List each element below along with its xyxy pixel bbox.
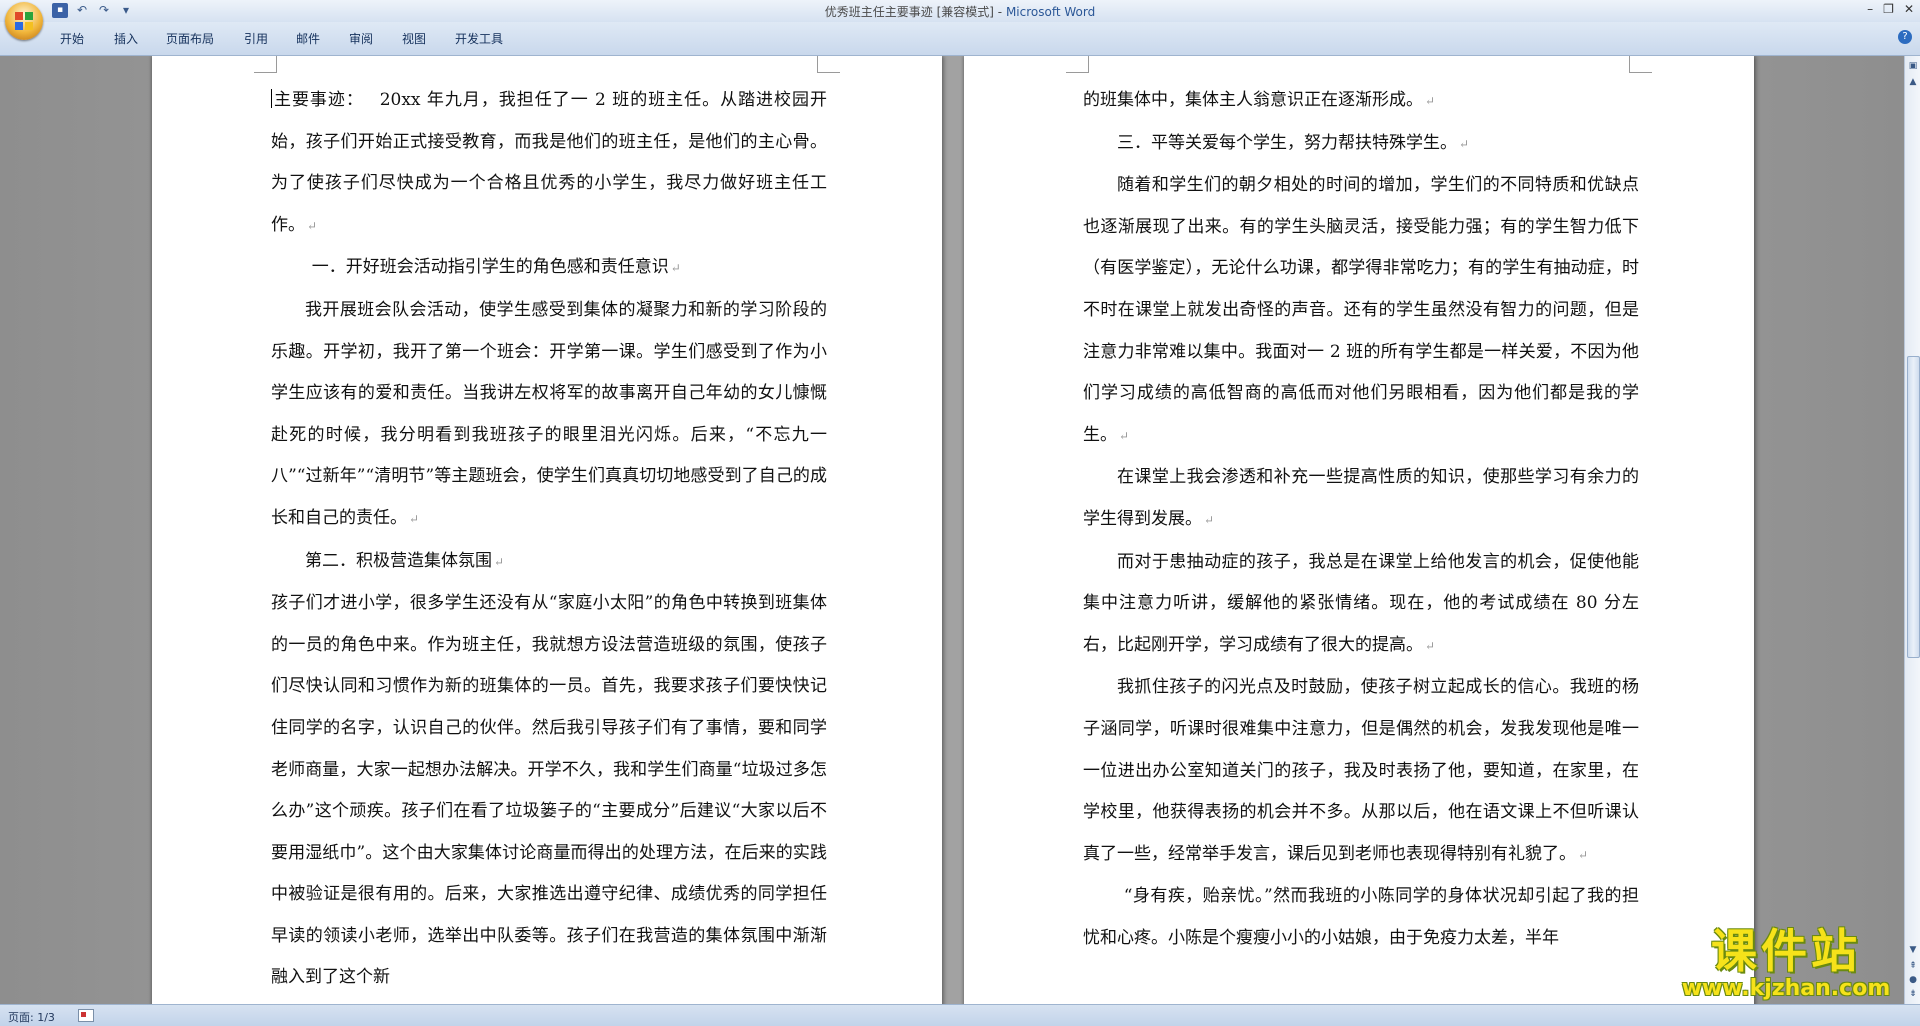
page-corner-mark (1629, 56, 1652, 73)
page-corner-mark (817, 56, 840, 73)
paragraph-text: “身有疾，贻亲忧。”然而我班的小陈同学的身体状况却引起了我的担忧和心疼。小陈是个… (1083, 886, 1639, 948)
paragraph-mark-icon: ↵ (1204, 512, 1215, 527)
watermark-main: 课件站 (1711, 924, 1861, 978)
paragraph-mark-icon: ↵ (494, 554, 505, 569)
tab-insert[interactable]: 插入 (114, 30, 138, 47)
window-title-doc: 优秀班主任主要事迹 [兼容模式] (824, 5, 994, 19)
paragraph-text: 随着和学生们的朝夕相处的时间的增加，学生们的不同特质和优缺点也逐渐展现了出来。有… (1083, 175, 1639, 445)
ribbon-tabs: 开始 插入 页面布局 引用 邮件 审阅 视图 开发工具 ? (0, 22, 1920, 56)
paragraph-text: 三．平等关爱每个学生，努力帮扶特殊学生。 (1117, 132, 1457, 153)
vertical-scrollbar[interactable]: ▣ ▲ ▼ ⇞ ● ⇟ (1904, 56, 1920, 1004)
select-browse-object-icon[interactable]: ● (1907, 974, 1919, 986)
window-title: 优秀班主任主要事迹 [兼容模式] - Microsoft Word (0, 3, 1920, 20)
office-logo-icon (15, 12, 33, 30)
scroll-up-icon[interactable]: ▲ (1907, 76, 1919, 88)
tab-developer[interactable]: 开发工具 (455, 30, 503, 47)
paragraph-text: 主要事迹： 20xx 年九月，我担任了一 2 班的班主任。从踏进校园开始，孩子们… (271, 90, 827, 235)
document-paragraph[interactable]: 我开展班会队会活动，使学生感受到集体的凝聚力和新的学习阶段的乐趣。开学初，我开了… (271, 290, 827, 541)
document-paragraph[interactable]: 我抓住孩子的闪光点及时鼓励，使孩子树立起成长的信心。我班的杨子涵同学，听课时很难… (1083, 667, 1639, 876)
page-right-text[interactable]: 的班集体中，集体主人翁意识正在逐渐形成。 ↵ 三．平等关爱每个学生，努力帮扶特殊学生… (1083, 80, 1639, 959)
paragraph-text: 而对于患抽动症的孩子，我总是在课堂上给他发言的机会，促使他能集中注意力听讲，缓解… (1083, 551, 1639, 655)
tab-view[interactable]: 视图 (402, 30, 426, 47)
document-paragraph[interactable]: 第二．积极营造集体氛围 ↵ (271, 541, 827, 584)
paragraph-text: 一．开好班会活动指引学生的角色感和责任意识 (311, 257, 669, 278)
document-paragraph[interactable]: 主要事迹： 20xx 年九月，我担任了一 2 班的班主任。从踏进校园开始，孩子们… (271, 80, 827, 247)
tab-references[interactable]: 引用 (244, 30, 268, 47)
next-page-icon[interactable]: ⇟ (1907, 988, 1919, 1000)
window-controls: – ❐ ✕ (1867, 2, 1914, 16)
tab-home[interactable]: 开始 (60, 30, 84, 47)
scrollbar-thumb[interactable] (1907, 356, 1920, 658)
ruler-toggle-icon[interactable]: ▣ (1907, 60, 1919, 72)
window-title-sep: - (993, 5, 1006, 19)
paragraph-mark-icon: ↵ (1119, 428, 1130, 443)
paragraph-text: 我抓住孩子的闪光点及时鼓励，使孩子树立起成长的信心。我班的杨子涵同学，听课时很难… (1083, 677, 1639, 864)
status-page-count[interactable]: 页面: 1/3 (8, 1009, 55, 1025)
document-paragraph[interactable]: 的班集体中，集体主人翁意识正在逐渐形成。 ↵ (1083, 80, 1639, 123)
page-left[interactable]: 主要事迹： 20xx 年九月，我担任了一 2 班的班主任。从踏进校园开始，孩子们… (152, 56, 942, 1004)
scroll-down-icon[interactable]: ▼ (1907, 944, 1919, 956)
text-cursor (271, 89, 272, 108)
document-paragraph[interactable]: 而对于患抽动症的孩子，我总是在课堂上给他发言的机会，促使他能集中注意力听讲，缓解… (1083, 542, 1639, 668)
page-left-text[interactable]: 主要事迹： 20xx 年九月，我担任了一 2 班的班主任。从踏进校园开始，孩子们… (271, 80, 827, 999)
document-paragraph[interactable]: 在课堂上我会渗透和补充一些提高性质的知识，使那些学习有余力的学生得到发展。 ↵ (1083, 457, 1639, 541)
document-paragraph[interactable]: 孩子们才进小学，很多学生还没有从“家庭小太阳”的角色中转换到班集体的一员的角色中… (271, 583, 827, 999)
watermark-url: www.kjzhan.com (1681, 976, 1891, 1001)
document-area: 主要事迹： 20xx 年九月，我担任了一 2 班的班主任。从踏进校园开始，孩子们… (0, 56, 1904, 1004)
paragraph-text: 的班集体中，集体主人翁意识正在逐渐形成。 (1083, 90, 1423, 110)
paragraph-mark-icon: ↵ (1459, 136, 1470, 151)
page-right[interactable]: 的班集体中，集体主人翁意识正在逐渐形成。 ↵ 三．平等关爱每个学生，努力帮扶特殊学生… (964, 56, 1754, 1004)
paragraph-mark-icon: ↵ (1425, 94, 1436, 108)
close-icon[interactable]: ✕ (1904, 2, 1914, 16)
paragraph-text: 在课堂上我会渗透和补充一些提高性质的知识，使那些学习有余力的学生得到发展。 (1083, 467, 1639, 529)
paragraph-mark-icon: ↵ (307, 218, 318, 233)
status-bar: 页面: 1/3 (0, 1004, 1920, 1026)
document-paragraph[interactable]: 三．平等关爱每个学生，努力帮扶特殊学生。 ↵ (1083, 123, 1639, 166)
paragraph-mark-icon: ↵ (409, 511, 420, 526)
document-paragraph[interactable]: 一．开好班会活动指引学生的角色感和责任意识 ↵ (271, 247, 827, 290)
paragraph-mark-icon: ↵ (1425, 638, 1436, 653)
office-button[interactable] (5, 2, 43, 40)
previous-page-icon[interactable]: ⇞ (1907, 960, 1919, 972)
window-title-app: Microsoft Word (1005, 5, 1096, 19)
tab-review[interactable]: 审阅 (349, 30, 373, 47)
paragraph-mark-icon: ↵ (1578, 847, 1589, 862)
title-bar: ▪ ↶ ↷ ▾ 优秀班主任主要事迹 [兼容模式] - Microsoft Wor… (0, 0, 1920, 23)
paragraph-mark-icon: ↵ (670, 261, 681, 276)
help-icon[interactable]: ? (1898, 30, 1912, 44)
page-corner-mark (1066, 56, 1089, 73)
tab-page-layout[interactable]: 页面布局 (166, 30, 214, 47)
proofing-icon[interactable] (78, 1009, 94, 1022)
document-paragraph[interactable]: 随着和学生们的朝夕相处的时间的增加，学生们的不同特质和优缺点也逐渐展现了出来。有… (1083, 165, 1639, 457)
document-paragraph[interactable]: “身有疾，贻亲忧。”然而我班的小陈同学的身体状况却引起了我的担忧和心疼。小陈是个… (1083, 876, 1639, 959)
paragraph-text: 第二．积极营造集体氛围 (305, 550, 492, 571)
tab-mailings[interactable]: 邮件 (296, 30, 320, 47)
paragraph-text: 孩子们才进小学，很多学生还没有从“家庭小太阳”的角色中转换到班集体的一员的角色中… (271, 593, 827, 988)
page-corner-mark (254, 56, 277, 73)
watermark-logo: 课件站 www.kjzhan.com (1668, 925, 1904, 1003)
restore-icon[interactable]: ❐ (1883, 2, 1894, 16)
minimize-icon[interactable]: – (1867, 2, 1873, 16)
paragraph-text: 我开展班会队会活动，使学生感受到集体的凝聚力和新的学习阶段的乐趣。开学初，我开了… (271, 299, 827, 528)
